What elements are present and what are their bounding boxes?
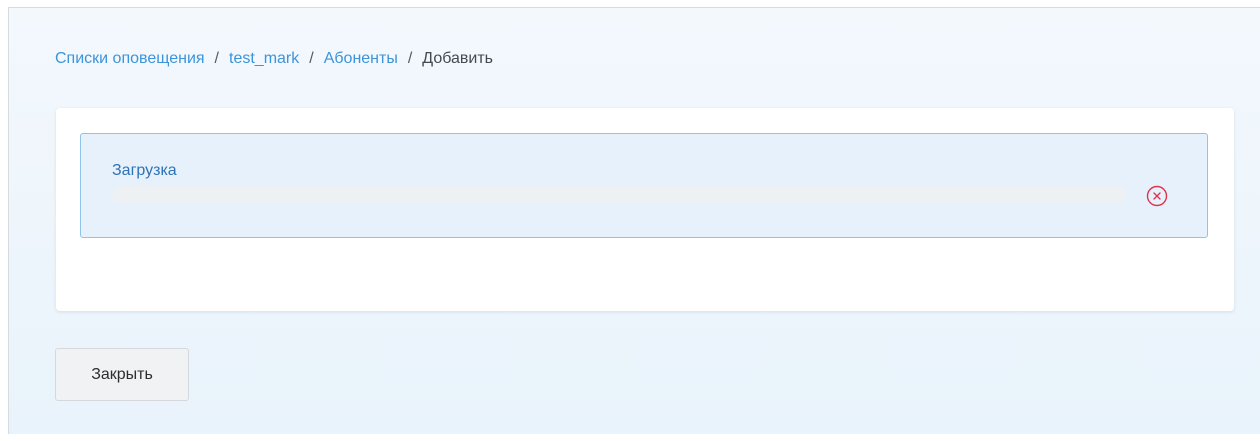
breadcrumb-item-list-name[interactable]: test_mark: [229, 50, 299, 67]
upload-progress-bar: [112, 186, 1126, 203]
upload-label: Загрузка: [112, 162, 177, 179]
upload-card: Загрузка: [56, 108, 1234, 311]
breadcrumb-item-current: Добавить: [422, 50, 494, 67]
breadcrumb-item-subscribers[interactable]: Абоненты: [324, 50, 398, 67]
breadcrumb-separator: /: [214, 50, 219, 67]
breadcrumb-separator: /: [309, 50, 314, 67]
breadcrumb-separator: /: [407, 50, 413, 67]
close-circle-icon: [1146, 185, 1168, 207]
page-container: Списки оповещения / test_mark / Абоненты / Доб…: [8, 7, 1260, 434]
cancel-upload-button[interactable]: [1146, 185, 1168, 207]
upload-panel: Загрузка: [80, 133, 1208, 238]
breadcrumb-item-notification-lists[interactable]: Списки оповещения: [55, 50, 205, 67]
close-button[interactable]: Закрыть: [55, 348, 189, 401]
breadcrumb: Списки оповещения / test_mark / Абоненты / Доб…: [55, 49, 493, 69]
